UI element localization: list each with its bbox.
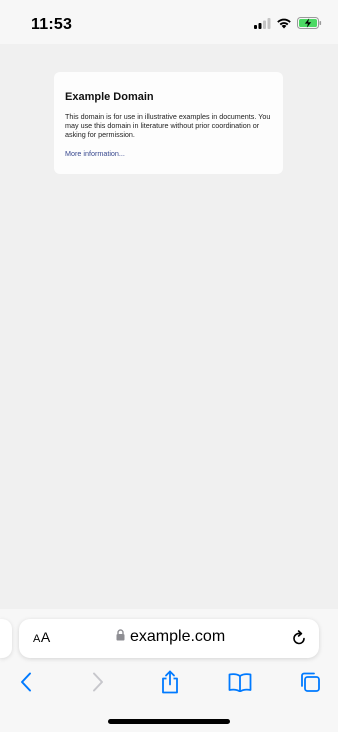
previous-tab-edge[interactable] xyxy=(0,619,12,658)
share-icon[interactable] xyxy=(157,669,183,695)
lock-icon xyxy=(116,628,125,646)
battery-charging-icon xyxy=(297,16,322,34)
cellular-signal-icon xyxy=(254,16,271,34)
home-indicator xyxy=(108,719,230,724)
page-body-text: This domain is for use in illustrative e… xyxy=(65,112,271,139)
navigation-row xyxy=(0,667,338,697)
forward-icon[interactable] xyxy=(85,669,111,695)
address-bar[interactable]: AA example.com xyxy=(19,619,319,658)
back-icon[interactable] xyxy=(13,669,39,695)
page-card: Example Domain This domain is for use in… xyxy=(54,72,283,174)
url-field[interactable]: example.com xyxy=(116,628,225,646)
wifi-icon xyxy=(276,16,292,34)
reload-icon[interactable] xyxy=(291,630,307,646)
bottom-toolbar: AA example.com xyxy=(0,609,338,732)
aa-reader-button[interactable]: AA xyxy=(33,629,51,645)
page-title: Example Domain xyxy=(65,91,154,103)
status-icons xyxy=(254,16,322,34)
status-time: 11:53 xyxy=(31,16,73,33)
tabs-icon[interactable] xyxy=(297,669,323,695)
status-bar: 11:53 xyxy=(0,0,338,44)
bookmarks-icon[interactable] xyxy=(227,669,253,695)
more-information-link[interactable]: More information... xyxy=(65,149,125,158)
url-text: example.com xyxy=(130,628,226,645)
screen: 11:53 Example Domain This domain is for … xyxy=(0,0,338,732)
